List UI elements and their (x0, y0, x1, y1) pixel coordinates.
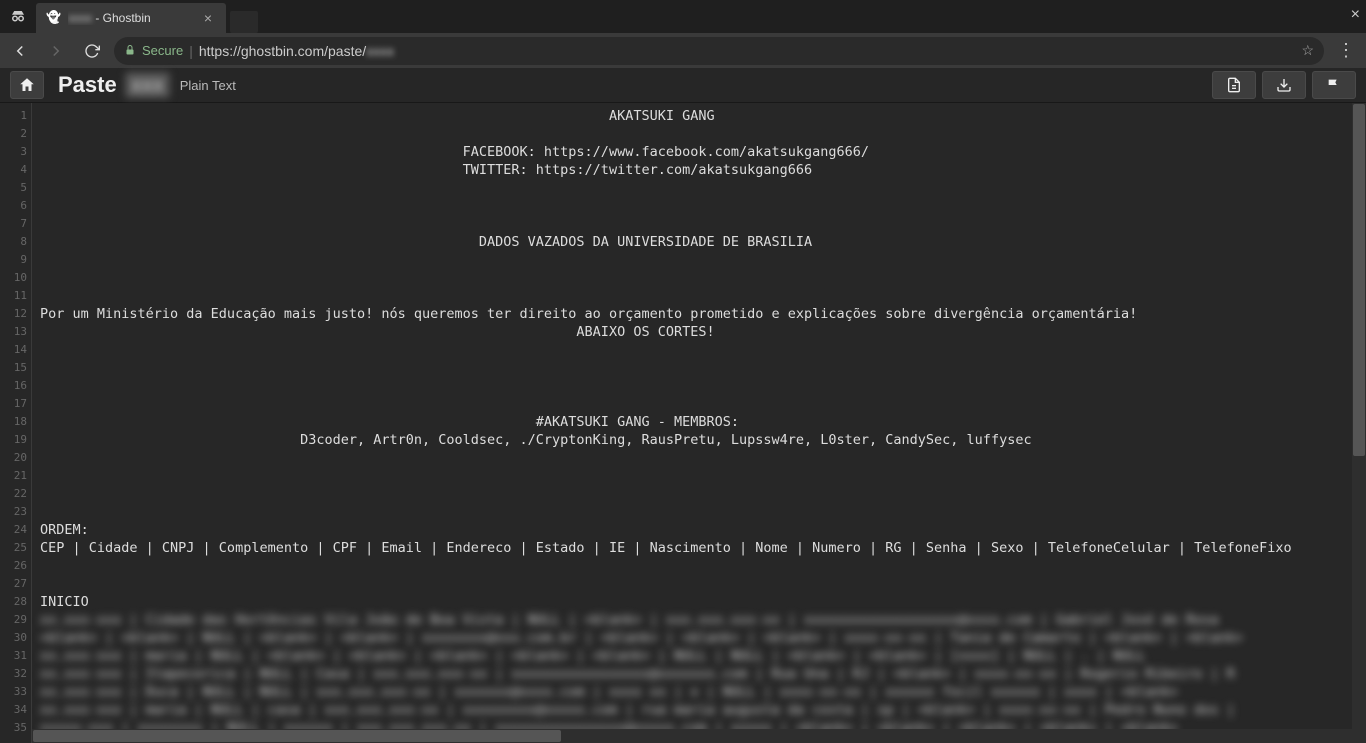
window-close-icon[interactable]: × (1351, 6, 1360, 24)
code-line (40, 377, 1366, 395)
url-bar[interactable]: Secure | https://ghostbin.com/paste/xxxx… (114, 37, 1324, 65)
code-area: 1234567891011121314151617181920212223242… (0, 103, 1366, 743)
horizontal-scrollbar[interactable] (32, 729, 1352, 743)
forward-button[interactable] (42, 37, 70, 65)
tab-close-icon[interactable]: × (200, 10, 216, 26)
code-line-redacted: xx.xxx-xxx | maria | NULL | <blank> | <b… (40, 647, 1366, 665)
download-button[interactable] (1262, 71, 1306, 99)
code-line (40, 575, 1366, 593)
code-line (40, 251, 1366, 269)
browser-chrome: 👻 xxxx - Ghostbin × × Secure | https://g… (0, 0, 1366, 68)
scrollbar-thumb[interactable] (1353, 104, 1365, 456)
vertical-scrollbar[interactable] (1352, 103, 1366, 743)
code-line-redacted: xx.xxx-xxx | maria | NULL | casa | xxx.x… (40, 701, 1366, 719)
code-line (40, 179, 1366, 197)
code-line (40, 197, 1366, 215)
code-line (40, 395, 1366, 413)
code-line: INICIO (40, 593, 1366, 611)
code-line: D3coder, Artr0n, Cooldsec, ./CryptonKing… (40, 431, 1366, 449)
code-line: TWITTER: https://twitter.com/akatsukgang… (40, 161, 1366, 179)
app-header: Paste xxx Plain Text (0, 68, 1366, 103)
code-line (40, 467, 1366, 485)
code-line (40, 287, 1366, 305)
code-line: FACEBOOK: https://www.facebook.com/akats… (40, 143, 1366, 161)
code-content[interactable]: AKATSUKI GANG FACEBOOK: https://www.face… (32, 103, 1366, 743)
code-line: AKATSUKI GANG (40, 107, 1366, 125)
code-line-redacted: xx.xxx-xxx | Itapecerica | NULL | Casa |… (40, 665, 1366, 683)
flag-button[interactable] (1312, 71, 1356, 99)
code-line-redacted: <blank> | <blank> | NULL | <blank> | <bl… (40, 629, 1366, 647)
code-line (40, 269, 1366, 287)
browser-tab[interactable]: 👻 xxxx - Ghostbin × (36, 3, 226, 33)
code-line: DADOS VAZADOS DA UNIVERSIDADE DE BRASILI… (40, 233, 1366, 251)
code-line (40, 449, 1366, 467)
code-line: ABAIXO OS CORTES! (40, 323, 1366, 341)
tab-title: xxxx - Ghostbin (68, 11, 194, 25)
nav-bar: Secure | https://ghostbin.com/paste/xxxx… (0, 33, 1366, 68)
code-line (40, 125, 1366, 143)
reload-button[interactable] (78, 37, 106, 65)
home-button[interactable] (10, 71, 44, 99)
paste-id: xxx (125, 72, 170, 98)
back-button[interactable] (6, 37, 34, 65)
url-text: https://ghostbin.com/paste/xxxx (199, 43, 394, 59)
browser-menu-icon[interactable]: ⋮ (1332, 40, 1360, 61)
code-line (40, 485, 1366, 503)
header-actions (1212, 71, 1356, 99)
code-line (40, 503, 1366, 521)
new-paste-button[interactable] (1212, 71, 1256, 99)
code-line-redacted: xx.xxx-xxx | Duca | NULL | NULL | xxx.xx… (40, 683, 1366, 701)
tab-bar: 👻 xxxx - Ghostbin × × (0, 0, 1366, 33)
language-label: Plain Text (180, 78, 236, 93)
new-tab-button[interactable] (230, 11, 258, 33)
code-line: CEP | Cidade | CNPJ | Complemento | CPF … (40, 539, 1366, 557)
code-line (40, 557, 1366, 575)
scrollbar-thumb[interactable] (33, 730, 561, 742)
ghost-icon: 👻 (46, 10, 62, 26)
lock-icon (124, 43, 136, 59)
code-line: Por um Ministério da Educação mais justo… (40, 305, 1366, 323)
code-line: ORDEM: (40, 521, 1366, 539)
code-line: #AKATSUKI GANG - MEMBROS: (40, 413, 1366, 431)
secure-label: Secure (142, 43, 183, 58)
code-line-redacted: xx.xxx-xxx | Cidade das Hortências Vila … (40, 611, 1366, 629)
incognito-icon (0, 0, 36, 33)
bookmark-star-icon[interactable]: ☆ (1301, 42, 1314, 59)
paste-label: Paste (58, 72, 117, 98)
code-line (40, 215, 1366, 233)
line-gutter: 1234567891011121314151617181920212223242… (0, 103, 32, 743)
code-line (40, 341, 1366, 359)
code-line (40, 359, 1366, 377)
